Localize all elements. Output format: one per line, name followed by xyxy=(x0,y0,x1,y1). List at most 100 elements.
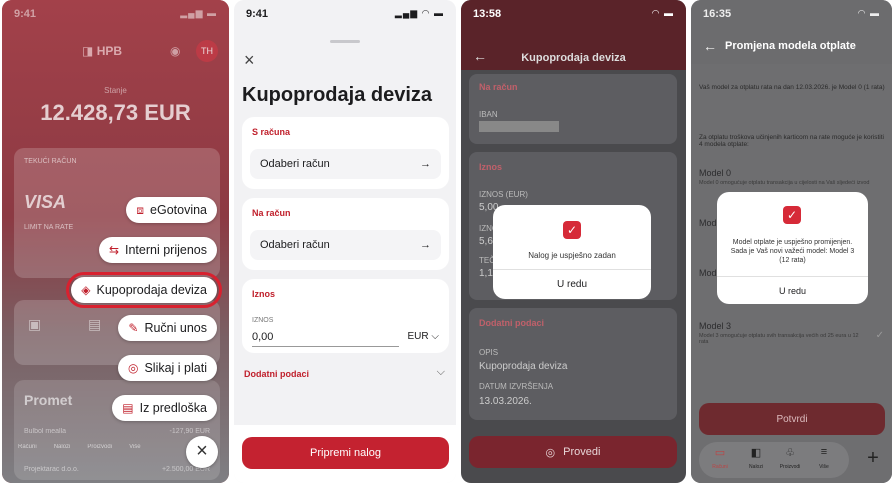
chevron-down-icon: ⌵ xyxy=(436,366,445,378)
bank-logo: ◨ HPB xyxy=(82,44,122,58)
nav-proizvodi[interactable]: Proizvodi xyxy=(87,444,112,450)
amount-underline xyxy=(252,346,399,347)
screen-home-fab-menu: 9:41 ▂▄▆ ▬ ◨ HPB ◉ TH Stanje 12.428,73 E… xyxy=(2,0,229,483)
amount-label: Iznos xyxy=(252,289,276,299)
bottom-nav: ▭ Računi ◧ Nalozi ♧ Proizvodi ≡ Više + xyxy=(691,438,892,483)
products-icon[interactable]: ♧ xyxy=(775,446,805,459)
wallet-icon[interactable]: ▣ xyxy=(28,316,41,333)
status-icons: ▂▄▆ ▬ xyxy=(180,8,217,18)
currency-exchange-icon: ◈ xyxy=(81,283,91,297)
status-icons: ◠ ▬ xyxy=(651,8,674,18)
nav-vise[interactable]: Više xyxy=(807,464,841,470)
dialog-divider xyxy=(717,276,868,277)
to-label: Na račun xyxy=(252,208,291,218)
selected-check-icon: ✓ xyxy=(875,330,884,341)
to-account-card: Na račun IBAN xyxy=(469,74,677,144)
sheet-handle xyxy=(330,40,360,43)
from-label: S računa xyxy=(252,127,291,137)
logo-mark: ◨ xyxy=(82,44,94,58)
model3-title[interactable]: Model 3 xyxy=(699,321,731,331)
prepare-order-button[interactable]: Pripremi nalog xyxy=(242,437,449,469)
from-account-select[interactable]: Odaberi račun → xyxy=(250,149,441,179)
status-time: 9:41 xyxy=(14,8,37,20)
intro-text: Vaš model za otplatu rata na dan 12.03.2… xyxy=(699,84,885,91)
status-time: 13:58 xyxy=(473,8,502,20)
orders-icon[interactable]: ◧ xyxy=(741,446,771,459)
card-icon[interactable]: ▤ xyxy=(88,316,101,333)
account-title: TEKUĆI RAČUN xyxy=(24,158,77,165)
checkbox-icon: ✓ xyxy=(783,206,801,224)
extra-label: Dodatni podaci xyxy=(479,318,544,328)
nav-vise[interactable]: Više xyxy=(129,444,141,450)
bank-name: HPB xyxy=(96,44,123,58)
model2-title[interactable]: Mod xyxy=(699,268,717,278)
fab-kupoprodaja-deviza[interactable]: ◈ Kupoprodaja deviza xyxy=(66,272,222,308)
nav-nalozi[interactable]: Nalozi xyxy=(54,444,71,450)
menu-icon[interactable]: ≡ xyxy=(809,446,839,458)
chevron-down-icon: ⌵ xyxy=(431,331,439,342)
eye-icon[interactable]: ◉ xyxy=(170,44,180,58)
close-fab-button[interactable]: × xyxy=(186,436,218,468)
transfer-icon: ⇆ xyxy=(108,243,119,257)
extra-data-section[interactable]: Dodatni podaci ⌵ xyxy=(242,361,449,391)
fab-rucni-unos[interactable]: ✎ Ručni unos xyxy=(118,315,217,341)
balance-amount: 12.428,73 EUR xyxy=(40,100,191,125)
nav-racuni[interactable]: Računi xyxy=(18,444,37,450)
dialog-ok-button[interactable]: U redu xyxy=(493,279,651,290)
nav-nalozi[interactable]: Nalozi xyxy=(739,464,773,470)
arrow-right-icon: → xyxy=(420,158,431,170)
page-title: Kupoprodaja deviza xyxy=(242,84,433,106)
fab-interni-prijenos[interactable]: ⇆ Interni prijenos xyxy=(98,237,217,263)
accounts-icon[interactable]: ▭ xyxy=(705,446,735,459)
status-icons: ◠ ▬ xyxy=(857,8,880,18)
amount-section: Iznos IZNOS 0,00 EUR ⌵ xyxy=(242,279,449,353)
status-time: 9:41 xyxy=(246,8,269,20)
to-account-select[interactable]: Odaberi račun → xyxy=(250,230,441,260)
date-label: DATUM IZVRŠENJA xyxy=(479,382,554,391)
to-account-section: Na račun Odaberi račun → xyxy=(242,198,449,270)
fab-iz-predloska[interactable]: ▤ Iz predloška xyxy=(112,395,217,421)
model3-desc: Model 3 omogućuje otplatu svih transakci… xyxy=(699,333,859,345)
tx-row-1-label: Bulbol mealla xyxy=(24,428,67,435)
desc-label: OPIS xyxy=(479,348,499,357)
amount-field-label: IZNOS xyxy=(252,317,274,324)
amount-label: Iznos xyxy=(479,162,503,172)
add-button[interactable]: + xyxy=(859,444,887,472)
execute-button[interactable]: ◎ Provedi xyxy=(469,436,677,468)
check-circle-icon: ◎ xyxy=(545,446,556,459)
camera-icon: ◎ xyxy=(127,361,139,375)
iban-redacted xyxy=(479,121,559,132)
dialog-message: Model otplate je uspješno promijenjen. S… xyxy=(730,239,855,265)
dialog-ok-button[interactable]: U redu xyxy=(717,286,868,296)
checkbox-icon: ✓ xyxy=(563,221,581,239)
desc-value: Kupoprodaja deviza xyxy=(479,361,568,372)
model0-title[interactable]: Model 0 xyxy=(699,168,731,178)
dialog-message: Nalog je uspješno zadan xyxy=(528,251,616,260)
nav-proizvodi[interactable]: Proizvodi xyxy=(773,464,807,470)
template-icon: ▤ xyxy=(122,401,134,415)
extra-label: Dodatni podaci xyxy=(244,369,309,379)
success-dialog: ✓ Nalog je uspješno zadan U redu xyxy=(493,205,651,299)
fab-slikaj-i-plati[interactable]: ◎ Slikaj i plati xyxy=(117,355,217,381)
promet-title: Promet xyxy=(24,392,73,408)
pencil-icon: ✎ xyxy=(128,321,139,335)
iban-label: IBAN xyxy=(479,110,498,119)
currency-select[interactable]: EUR ⌵ xyxy=(408,331,440,342)
from-account-section: S računa Odaberi račun → xyxy=(242,117,449,189)
close-icon[interactable]: × xyxy=(244,50,255,71)
extra-data-card: Dodatni podaci OPIS Kupoprodaja deviza D… xyxy=(469,308,677,420)
amount-input[interactable]: 0,00 xyxy=(252,331,273,343)
avatar[interactable]: TH xyxy=(196,40,218,62)
arrow-right-icon: → xyxy=(420,239,431,251)
back-arrow-icon[interactable]: ← xyxy=(703,38,717,54)
confirm-button[interactable]: Potvrdi xyxy=(699,403,885,435)
dialog-divider xyxy=(493,269,651,270)
page-title: Kupoprodaja deviza xyxy=(521,52,626,64)
screen-exchange-form: 9:41 ▂▄▆ ◠ ▬ × Kupoprodaja deviza S raču… xyxy=(234,0,456,483)
fab-egotovina[interactable]: ⧈ eGotovina xyxy=(126,197,217,223)
nav-racuni[interactable]: Računi xyxy=(703,464,737,470)
screen-repayment-model: 16:35 ◠ ▬ ← Promjena modela otplate Vaš … xyxy=(691,0,892,483)
cash-icon: ⧈ xyxy=(136,202,145,217)
limit-label: LIMIT NA RATE xyxy=(24,224,74,231)
model1-title[interactable]: Mod xyxy=(699,218,717,228)
